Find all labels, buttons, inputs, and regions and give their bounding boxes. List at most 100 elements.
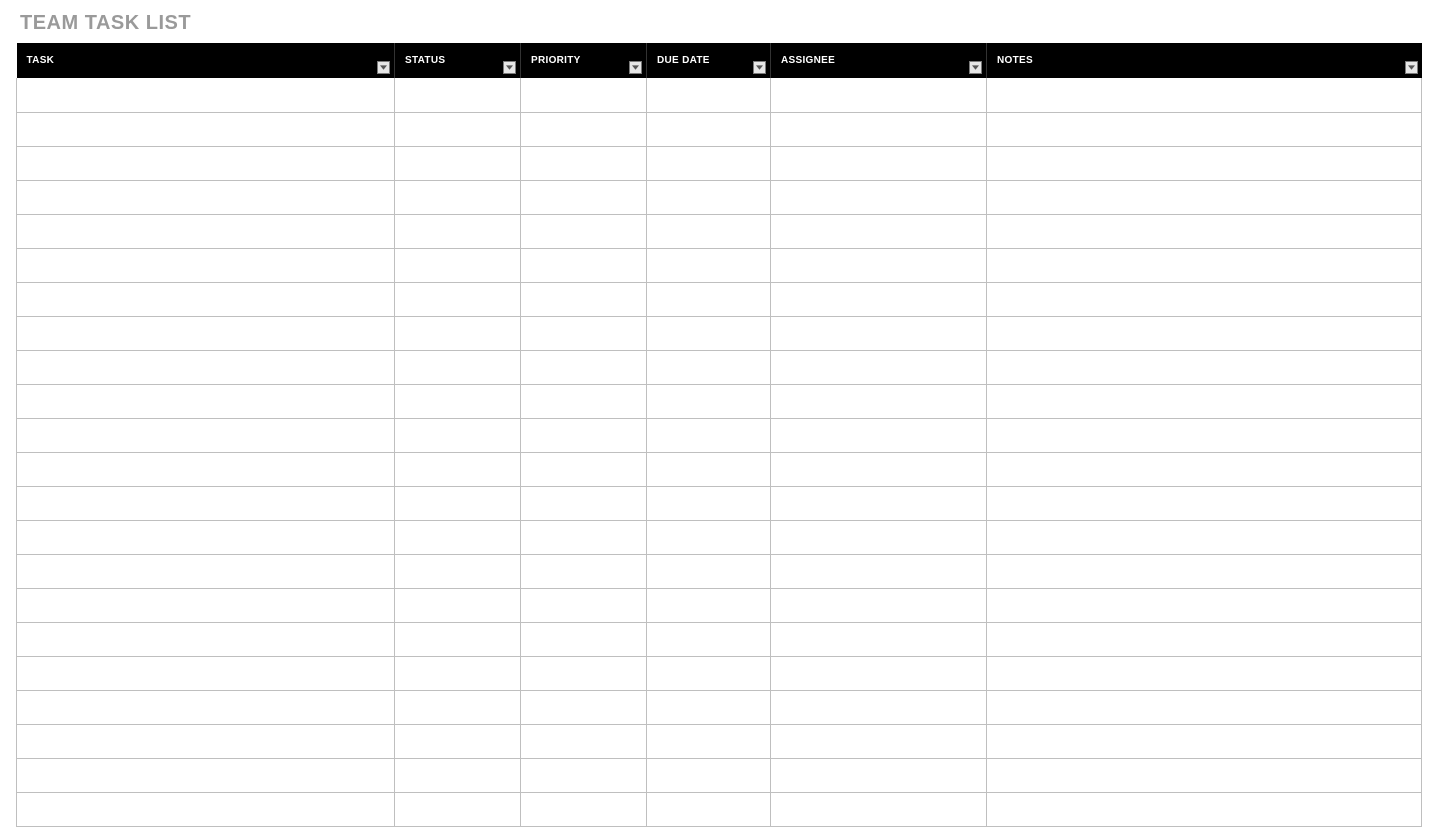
cell-due_date[interactable] [647, 248, 771, 282]
cell-due_date[interactable] [647, 486, 771, 520]
cell-assignee[interactable] [771, 350, 987, 384]
filter-dropdown-duedate[interactable] [753, 61, 766, 74]
cell-due_date[interactable] [647, 452, 771, 486]
cell-priority[interactable] [521, 622, 647, 656]
cell-status[interactable] [395, 78, 521, 112]
cell-notes[interactable] [987, 486, 1422, 520]
cell-assignee[interactable] [771, 384, 987, 418]
cell-priority[interactable] [521, 656, 647, 690]
cell-due_date[interactable] [647, 180, 771, 214]
cell-priority[interactable] [521, 282, 647, 316]
cell-assignee[interactable] [771, 248, 987, 282]
cell-due_date[interactable] [647, 112, 771, 146]
cell-status[interactable] [395, 282, 521, 316]
cell-notes[interactable] [987, 622, 1422, 656]
cell-priority[interactable] [521, 724, 647, 758]
cell-notes[interactable] [987, 112, 1422, 146]
cell-assignee[interactable] [771, 690, 987, 724]
cell-assignee[interactable] [771, 554, 987, 588]
cell-status[interactable] [395, 146, 521, 180]
cell-due_date[interactable] [647, 350, 771, 384]
cell-assignee[interactable] [771, 588, 987, 622]
cell-task[interactable] [17, 384, 395, 418]
cell-notes[interactable] [987, 520, 1422, 554]
cell-task[interactable] [17, 146, 395, 180]
cell-due_date[interactable] [647, 384, 771, 418]
cell-notes[interactable] [987, 792, 1422, 826]
cell-due_date[interactable] [647, 78, 771, 112]
cell-assignee[interactable] [771, 112, 987, 146]
cell-notes[interactable] [987, 316, 1422, 350]
cell-due_date[interactable] [647, 758, 771, 792]
cell-task[interactable] [17, 248, 395, 282]
cell-assignee[interactable] [771, 622, 987, 656]
cell-priority[interactable] [521, 180, 647, 214]
cell-priority[interactable] [521, 384, 647, 418]
cell-due_date[interactable] [647, 146, 771, 180]
cell-notes[interactable] [987, 588, 1422, 622]
cell-priority[interactable] [521, 248, 647, 282]
cell-status[interactable] [395, 656, 521, 690]
filter-dropdown-status[interactable] [503, 61, 516, 74]
cell-task[interactable] [17, 622, 395, 656]
cell-priority[interactable] [521, 452, 647, 486]
cell-status[interactable] [395, 384, 521, 418]
cell-notes[interactable] [987, 146, 1422, 180]
cell-due_date[interactable] [647, 520, 771, 554]
cell-status[interactable] [395, 622, 521, 656]
cell-due_date[interactable] [647, 724, 771, 758]
cell-notes[interactable] [987, 656, 1422, 690]
cell-notes[interactable] [987, 690, 1422, 724]
cell-task[interactable] [17, 588, 395, 622]
cell-task[interactable] [17, 724, 395, 758]
cell-task[interactable] [17, 418, 395, 452]
cell-priority[interactable] [521, 554, 647, 588]
cell-task[interactable] [17, 214, 395, 248]
cell-status[interactable] [395, 520, 521, 554]
cell-status[interactable] [395, 316, 521, 350]
cell-due_date[interactable] [647, 418, 771, 452]
cell-priority[interactable] [521, 78, 647, 112]
cell-notes[interactable] [987, 350, 1422, 384]
cell-assignee[interactable] [771, 656, 987, 690]
cell-task[interactable] [17, 180, 395, 214]
cell-status[interactable] [395, 758, 521, 792]
cell-priority[interactable] [521, 418, 647, 452]
cell-priority[interactable] [521, 146, 647, 180]
cell-notes[interactable] [987, 248, 1422, 282]
cell-due_date[interactable] [647, 656, 771, 690]
cell-task[interactable] [17, 316, 395, 350]
cell-due_date[interactable] [647, 622, 771, 656]
cell-assignee[interactable] [771, 792, 987, 826]
filter-dropdown-notes[interactable] [1405, 61, 1418, 74]
cell-task[interactable] [17, 112, 395, 146]
cell-assignee[interactable] [771, 486, 987, 520]
cell-assignee[interactable] [771, 418, 987, 452]
cell-assignee[interactable] [771, 146, 987, 180]
cell-task[interactable] [17, 520, 395, 554]
cell-notes[interactable] [987, 452, 1422, 486]
filter-dropdown-task[interactable] [377, 61, 390, 74]
cell-assignee[interactable] [771, 78, 987, 112]
cell-notes[interactable] [987, 554, 1422, 588]
cell-status[interactable] [395, 554, 521, 588]
cell-assignee[interactable] [771, 316, 987, 350]
cell-status[interactable] [395, 350, 521, 384]
cell-priority[interactable] [521, 316, 647, 350]
cell-assignee[interactable] [771, 282, 987, 316]
cell-status[interactable] [395, 180, 521, 214]
cell-task[interactable] [17, 758, 395, 792]
cell-status[interactable] [395, 486, 521, 520]
cell-notes[interactable] [987, 78, 1422, 112]
cell-notes[interactable] [987, 214, 1422, 248]
cell-status[interactable] [395, 690, 521, 724]
cell-status[interactable] [395, 214, 521, 248]
filter-dropdown-assignee[interactable] [969, 61, 982, 74]
cell-due_date[interactable] [647, 690, 771, 724]
cell-assignee[interactable] [771, 214, 987, 248]
cell-priority[interactable] [521, 350, 647, 384]
cell-task[interactable] [17, 282, 395, 316]
cell-due_date[interactable] [647, 214, 771, 248]
cell-priority[interactable] [521, 690, 647, 724]
cell-assignee[interactable] [771, 452, 987, 486]
